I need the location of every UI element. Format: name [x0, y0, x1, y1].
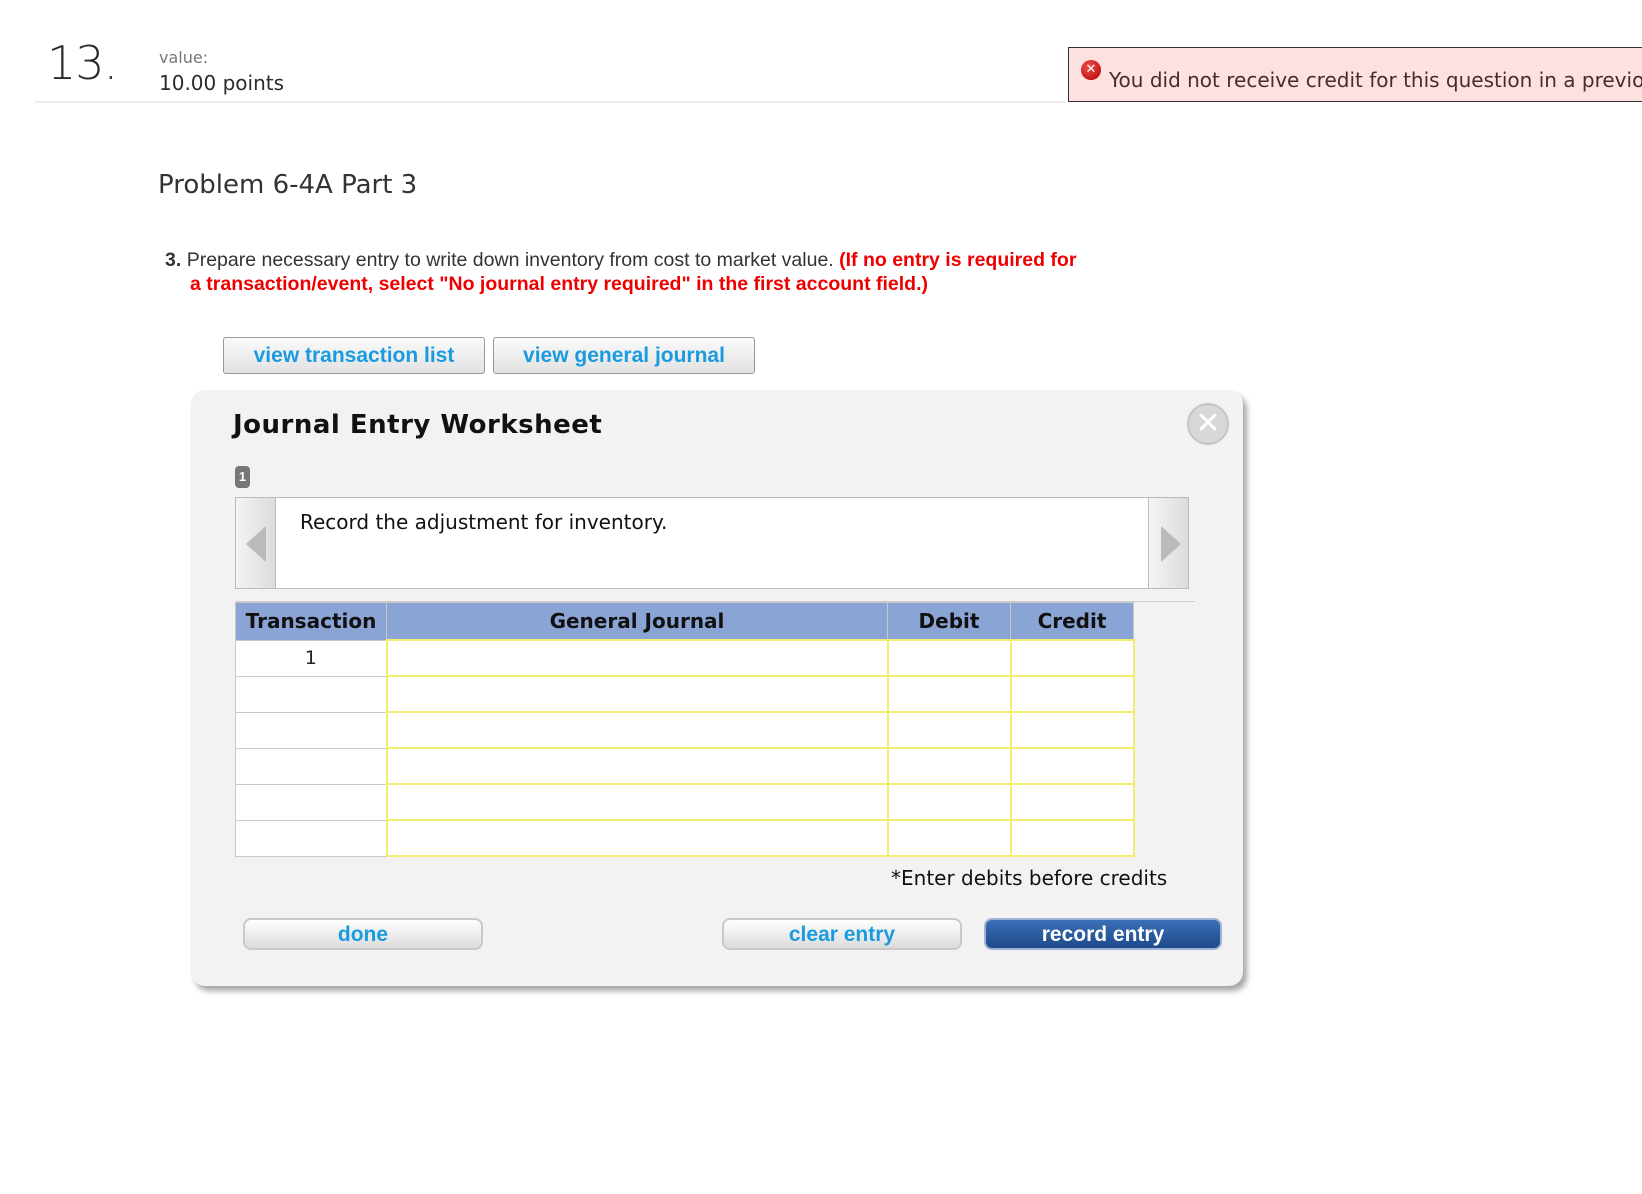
table-row	[235, 783, 1135, 821]
account-input[interactable]	[385, 783, 889, 821]
next-entry-button[interactable]	[1148, 497, 1189, 589]
table-row	[235, 747, 1135, 785]
transaction-cell	[235, 783, 387, 821]
debit-input[interactable]	[886, 711, 1012, 749]
debits-before-credits-note: *Enter debits before credits	[891, 866, 1168, 890]
record-entry-button[interactable]: record entry	[984, 918, 1222, 950]
credit-alert: ✕ You did not receive credit for this qu…	[1068, 47, 1642, 102]
table-row	[235, 819, 1135, 857]
transaction-cell	[235, 747, 387, 785]
description-box: Record the adjustment for inventory.	[235, 497, 1189, 589]
view-transaction-list-button[interactable]: view transaction list	[223, 337, 485, 374]
worksheet-title: Journal Entry Worksheet	[233, 410, 603, 440]
credit-input[interactable]	[1009, 711, 1135, 749]
problem-title: Problem 6-4A Part 3	[158, 170, 418, 200]
instruction-note-line2: a transaction/event, select "No journal …	[190, 273, 928, 295]
credit-input[interactable]	[1009, 783, 1135, 821]
debit-input[interactable]	[886, 639, 1012, 677]
chevron-right-icon	[1161, 526, 1181, 562]
instruction-text: Prepare necessary entry to write down in…	[186, 249, 834, 271]
credit-input[interactable]	[1009, 639, 1135, 677]
error-circle-icon: ✕	[1081, 60, 1101, 80]
transaction-cell	[235, 819, 387, 857]
debit-input[interactable]	[886, 783, 1012, 821]
table-row	[235, 711, 1135, 749]
header-divider	[35, 101, 1065, 103]
column-header-transaction: Transaction	[235, 602, 387, 641]
alert-text: You did not receive credit for this ques…	[1109, 68, 1642, 92]
column-header-general-journal: General Journal	[386, 602, 888, 641]
entry-description: Record the adjustment for inventory.	[300, 510, 668, 534]
transaction-cell: 1	[235, 639, 387, 677]
column-header-credit: Credit	[1010, 602, 1134, 641]
credit-input[interactable]	[1009, 675, 1135, 713]
account-input[interactable]	[385, 747, 889, 785]
account-input[interactable]	[385, 675, 889, 713]
instructions: 3. Prepare necessary entry to write down…	[165, 248, 1195, 296]
step-number: 3.	[165, 249, 182, 271]
column-header-debit: Debit	[887, 602, 1011, 641]
done-button[interactable]: done	[243, 918, 483, 950]
view-general-journal-button[interactable]: view general journal	[493, 337, 755, 374]
question-number: 13.	[47, 36, 118, 90]
account-input[interactable]	[385, 711, 889, 749]
previous-entry-button[interactable]	[235, 497, 276, 589]
transaction-cell	[235, 675, 387, 713]
debit-input[interactable]	[886, 819, 1012, 857]
clear-entry-button[interactable]: clear entry	[722, 918, 962, 950]
journal-table: Transaction General Journal Debit Credit…	[235, 602, 1135, 857]
transaction-cell	[235, 711, 387, 749]
table-header-row: Transaction General Journal Debit Credit	[235, 602, 1134, 641]
instruction-note-line1: (If no entry is required for	[839, 249, 1077, 271]
table-row: 1	[235, 639, 1135, 677]
question-points: 10.00 points	[159, 71, 285, 95]
debit-input[interactable]	[886, 747, 1012, 785]
credit-input[interactable]	[1009, 747, 1135, 785]
table-row	[235, 675, 1135, 713]
debit-input[interactable]	[886, 675, 1012, 713]
credit-input[interactable]	[1009, 819, 1135, 857]
step-badge[interactable]: 1	[235, 466, 250, 488]
value-label: value:	[159, 48, 209, 67]
account-input[interactable]	[385, 819, 889, 857]
chevron-left-icon	[246, 526, 266, 562]
close-icon[interactable]: ✕	[1187, 403, 1229, 445]
account-input[interactable]	[385, 639, 889, 677]
journal-entry-worksheet-modal: Journal Entry Worksheet ✕ 1 Record the a…	[191, 390, 1243, 986]
